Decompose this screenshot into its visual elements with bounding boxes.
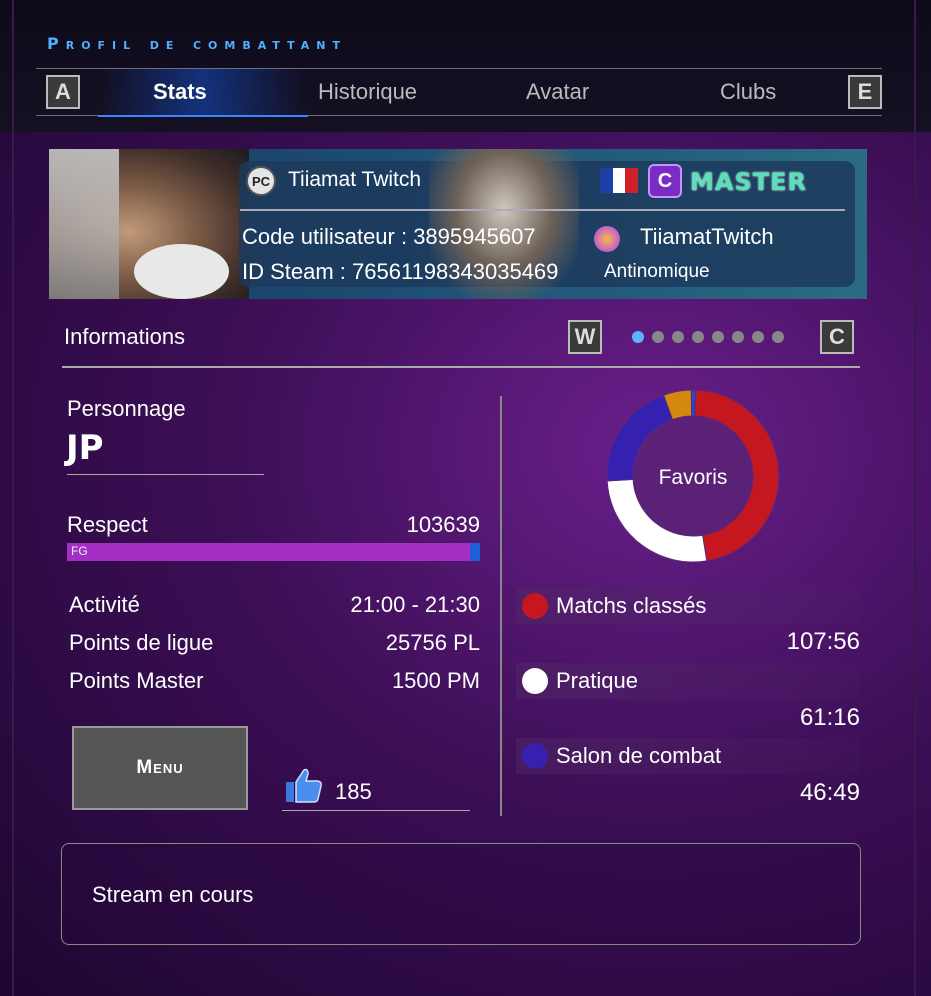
character-name: JP bbox=[66, 428, 104, 468]
page-dot[interactable] bbox=[672, 331, 684, 343]
legend-row-practice: Pratique bbox=[516, 663, 860, 699]
respect-tier: FG bbox=[71, 544, 88, 558]
stream-status-label: Stream en cours bbox=[92, 882, 254, 907]
menu-button[interactable]: Menu bbox=[72, 726, 248, 810]
stat-label-activity: Activité bbox=[69, 592, 140, 617]
legend-label-battle-hub: Salon de combat bbox=[556, 743, 722, 768]
donut-slice-4 bbox=[690, 389, 697, 417]
legend-value-battle-hub: 46:49 bbox=[799, 779, 860, 806]
respect-label: Respect bbox=[67, 512, 148, 537]
france-flag-icon bbox=[600, 168, 639, 193]
info-left-key[interactable]: W bbox=[568, 320, 602, 354]
likes-count: 185 bbox=[335, 779, 372, 804]
portrait-beard bbox=[134, 244, 229, 299]
legend-row-ranked: Matchs classés bbox=[516, 588, 860, 624]
thumbs-up-icon[interactable] bbox=[284, 766, 324, 804]
user-code: Code utilisateur : 3895945607 bbox=[242, 224, 536, 249]
ranked-color-dot bbox=[522, 593, 548, 619]
username: Tiiamat Twitch bbox=[288, 168, 422, 191]
stat-value-master-points: 1500 PM bbox=[391, 668, 480, 693]
stat-value-league-points: 25756 PL bbox=[385, 630, 480, 655]
info-header-label: Informations bbox=[64, 324, 186, 349]
steam-id: ID Steam : 76561198343035469 bbox=[242, 259, 559, 284]
rank-letter-icon: C bbox=[648, 164, 682, 198]
stream-status-box[interactable]: Stream en cours bbox=[61, 843, 861, 945]
likes-underline bbox=[282, 810, 470, 811]
page-dot[interactable] bbox=[732, 331, 744, 343]
tab-right-key[interactable]: E bbox=[848, 75, 882, 109]
tab-clubs[interactable]: Clubs bbox=[720, 79, 776, 105]
character-label: Personnage bbox=[67, 396, 186, 421]
battle-hub-color-dot bbox=[522, 743, 548, 769]
club-avatar-icon bbox=[594, 226, 620, 252]
player-title: Antinomique bbox=[604, 261, 710, 282]
rank-name: MASTER bbox=[690, 168, 807, 196]
stat-label-league-points: Points de ligue bbox=[69, 630, 214, 655]
page-indicator bbox=[632, 331, 784, 343]
stat-value-activity: 21:00 - 21:30 bbox=[350, 592, 480, 617]
vertical-divider bbox=[500, 396, 502, 816]
favorites-donut-chart: Favoris bbox=[606, 389, 780, 563]
page-dot[interactable] bbox=[712, 331, 724, 343]
tab-historique[interactable]: Historique bbox=[318, 79, 417, 105]
stat-label-master-points: Points Master bbox=[69, 668, 204, 693]
tab-left-key[interactable]: A bbox=[46, 75, 80, 109]
tab-bar: A Stats Historique Avatar Clubs E bbox=[36, 68, 882, 117]
page-dot[interactable] bbox=[692, 331, 704, 343]
legend-label-practice: Pratique bbox=[556, 668, 638, 693]
info-right-key[interactable]: C bbox=[820, 320, 854, 354]
character-underline bbox=[67, 474, 264, 475]
respect-bar: FG bbox=[67, 543, 480, 561]
respect-bar-tip bbox=[470, 543, 480, 561]
legend-value-practice: 61:16 bbox=[799, 704, 860, 731]
page-dot[interactable] bbox=[772, 331, 784, 343]
page-dot[interactable] bbox=[632, 331, 644, 343]
character-portrait bbox=[49, 149, 249, 299]
banner-divider bbox=[240, 209, 845, 211]
legend-row-battle-hub: Salon de combat bbox=[516, 738, 860, 774]
club-name: TiiamatTwitch bbox=[640, 224, 774, 249]
legend-label-ranked: Matchs classés bbox=[556, 593, 707, 618]
platform-pc-icon: PC bbox=[246, 166, 276, 196]
portrait-hair bbox=[49, 149, 119, 299]
practice-color-dot bbox=[522, 668, 548, 694]
tab-stats[interactable]: Stats bbox=[153, 79, 207, 105]
donut-title: Favoris bbox=[659, 466, 728, 489]
page-dot[interactable] bbox=[652, 331, 664, 343]
legend-value-ranked: 107:56 bbox=[786, 628, 860, 655]
tab-avatar[interactable]: Avatar bbox=[526, 79, 589, 105]
page-dot[interactable] bbox=[752, 331, 764, 343]
respect-value: 103639 bbox=[406, 512, 480, 537]
page-title: Profil de combattant bbox=[47, 34, 347, 53]
